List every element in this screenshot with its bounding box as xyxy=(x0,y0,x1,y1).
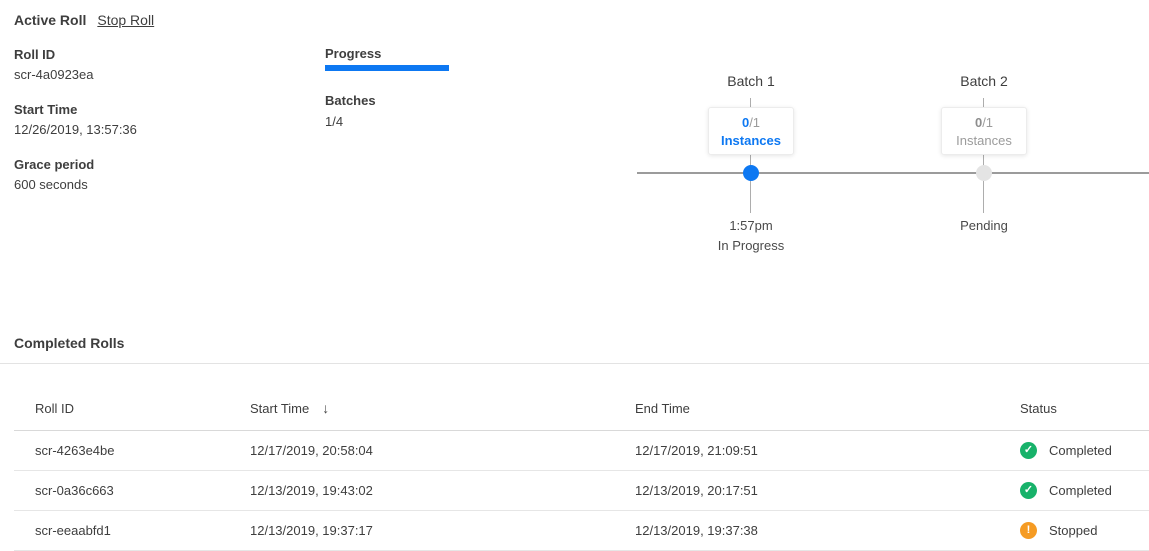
batch-timeline: Batch 1 0/1 Instances 1:57pm In Progress… xyxy=(637,60,1149,270)
batch-1-instances-card[interactable]: 0/1 Instances xyxy=(708,107,794,155)
batches-value: 1/4 xyxy=(325,112,449,132)
batch-1-name: Batch 1 xyxy=(691,73,811,89)
status-cell: ✓ Completed xyxy=(1020,442,1149,459)
start-time-cell: 12/17/2019, 20:58:04 xyxy=(250,443,635,458)
batch-2-instance-count: 0/1 xyxy=(942,114,1026,132)
status-label: Completed xyxy=(1049,483,1112,498)
stop-roll-link[interactable]: Stop Roll xyxy=(97,12,154,28)
start-time-label: Start Time xyxy=(14,100,137,120)
batch-2-instances-label: Instances xyxy=(942,132,1026,150)
end-time-cell: 12/13/2019, 19:37:38 xyxy=(635,523,1020,538)
table-row[interactable]: scr-eeaabfd1 12/13/2019, 19:37:17 12/13/… xyxy=(14,511,1149,551)
start-time-cell: 12/13/2019, 19:43:02 xyxy=(250,483,635,498)
completed-rolls-section: Completed Rolls Roll ID Start Time ↓ End… xyxy=(0,328,1149,551)
batch-2-name: Batch 2 xyxy=(924,73,1044,89)
completed-rolls-table: Roll ID Start Time ↓ End Time Status scr… xyxy=(14,364,1149,551)
column-header-roll-id: Roll ID xyxy=(35,401,250,416)
active-roll-title: Active Roll xyxy=(14,12,86,28)
batch-1-status: In Progress xyxy=(691,238,811,254)
grace-period-value: 600 seconds xyxy=(14,175,137,195)
progress-bar xyxy=(325,65,449,71)
status-label: Stopped xyxy=(1049,523,1097,538)
timeline-batch-2: Batch 2 0/1 Instances Pending xyxy=(924,60,1044,270)
roll-id-cell: scr-4263e4be xyxy=(35,443,250,458)
detail-grace-period: Grace period 600 seconds xyxy=(14,155,137,195)
batch-1-node-dot[interactable] xyxy=(743,165,759,181)
progress-label: Progress xyxy=(325,45,449,63)
roll-id-cell: scr-eeaabfd1 xyxy=(35,523,250,538)
roll-id-cell: scr-0a36c663 xyxy=(35,483,250,498)
table-row[interactable]: scr-4263e4be 12/17/2019, 20:58:04 12/17/… xyxy=(14,431,1149,471)
sort-descending-icon[interactable]: ↓ xyxy=(322,400,329,416)
roll-id-label: Roll ID xyxy=(14,45,137,65)
batch-2-time: Pending xyxy=(924,218,1044,234)
end-time-cell: 12/17/2019, 21:09:51 xyxy=(635,443,1020,458)
table-row[interactable]: scr-0a36c663 12/13/2019, 19:43:02 12/13/… xyxy=(14,471,1149,511)
grace-period-label: Grace period xyxy=(14,155,137,175)
completed-rolls-title: Completed Rolls xyxy=(14,328,1149,351)
column-header-status: Status xyxy=(1020,401,1149,416)
progress-column: Progress Batches 1/4 xyxy=(325,45,449,132)
batch-2-node-dot[interactable] xyxy=(976,165,992,181)
column-header-end-time: End Time xyxy=(635,401,1020,416)
batch-1-stem xyxy=(750,155,751,213)
batch-1-time: 1:57pm xyxy=(691,218,811,234)
status-cell: ✓ Completed xyxy=(1020,482,1149,499)
end-time-cell: 12/13/2019, 20:17:51 xyxy=(635,483,1020,498)
status-cell: ! Stopped xyxy=(1020,522,1149,539)
table-header-row: Roll ID Start Time ↓ End Time Status xyxy=(14,364,1149,431)
column-header-start-time[interactable]: Start Time ↓ xyxy=(250,400,635,416)
detail-start-time: Start Time 12/26/2019, 13:57:36 xyxy=(14,100,137,140)
batch-2-instances-card[interactable]: 0/1 Instances xyxy=(941,107,1027,155)
roll-details: Roll ID scr-4a0923ea Start Time 12/26/20… xyxy=(14,45,137,210)
progress-bar-fill xyxy=(325,65,449,71)
status-label: Completed xyxy=(1049,443,1112,458)
check-circle-icon: ✓ xyxy=(1020,442,1037,459)
batch-2-tick xyxy=(983,98,984,107)
start-time-value: 12/26/2019, 13:57:36 xyxy=(14,120,137,140)
timeline-batch-1: Batch 1 0/1 Instances 1:57pm In Progress xyxy=(691,60,811,270)
roll-id-value: scr-4a0923ea xyxy=(14,65,137,85)
active-roll-header: Active Roll Stop Roll xyxy=(14,12,154,28)
check-circle-icon: ✓ xyxy=(1020,482,1037,499)
detail-roll-id: Roll ID scr-4a0923ea xyxy=(14,45,137,85)
batch-1-instances-label: Instances xyxy=(709,132,793,150)
batch-1-tick xyxy=(750,98,751,107)
start-time-cell: 12/13/2019, 19:37:17 xyxy=(250,523,635,538)
batches-label: Batches xyxy=(325,92,449,110)
exclamation-circle-icon: ! xyxy=(1020,522,1037,539)
batch-1-instance-count: 0/1 xyxy=(709,114,793,132)
batch-2-stem xyxy=(983,155,984,213)
